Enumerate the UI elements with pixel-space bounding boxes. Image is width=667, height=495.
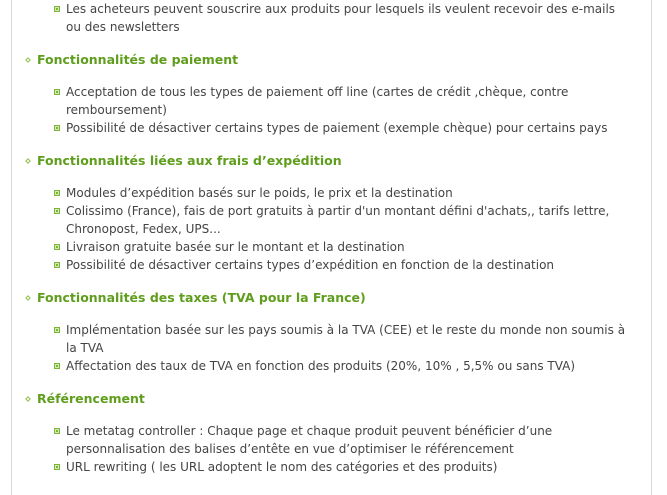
list-item-text: Implémentation basée sur les pays soumis… [66,323,626,355]
square-bullet-icon [54,89,60,95]
list-item-text: Acceptation de tous les types de paiemen… [66,85,569,117]
section-list-expedition: Modules d’expédition basés sur le poids,… [24,184,644,274]
list-item: URL rewriting ( les URL adoptent le nom … [24,458,626,476]
section-title-expedition: Fonctionnalités liées aux frais d’expédi… [24,152,644,170]
diamond-icon [25,57,31,63]
section-list-referencement: Le metatag controller : Chaque page et c… [24,422,644,476]
square-bullet-icon [54,327,60,333]
list-item-text: Modules d’expédition basés sur le poids,… [66,186,453,200]
section-title-text: Fonctionnalités liées aux frais d’expédi… [37,153,342,168]
list-item: Le metatag controller : Chaque page et c… [24,422,626,458]
section-list-paiement: Acceptation de tous les types de paiemen… [24,83,644,137]
section-title-taxes: Fonctionnalités des taxes (TVA pour la F… [24,289,644,307]
section-title-referencement: Référencement [24,390,644,408]
list-item: Acceptation de tous les types de paiemen… [24,83,626,119]
list-item: Modules d’expédition basés sur le poids,… [24,184,626,202]
square-bullet-icon [54,190,60,196]
list-item-text: URL rewriting ( les URL adoptent le nom … [66,460,498,474]
list-item-text: Possibilité de désactiver certains types… [66,258,555,272]
list-item-text: Livraison gratuite basée sur le montant … [66,240,405,254]
square-bullet-icon [54,262,60,268]
section-title-text: Référencement [37,391,145,406]
list-item-text: Colissimo (France), fais de port gratuit… [66,204,610,236]
list-item-text: Affectation des taux de TVA en fonction … [66,359,576,373]
section-title-text: Fonctionnalités des taxes (TVA pour la F… [37,290,366,305]
list-item-text: Le metatag controller : Chaque page et c… [66,424,553,456]
square-bullet-icon [54,464,60,470]
square-bullet-icon [54,244,60,250]
square-bullet-icon [54,125,60,131]
list-item: Possibilité de désactiver certains types… [24,119,626,137]
list-item: Affectation des taux de TVA en fonction … [24,357,626,375]
square-bullet-icon [54,428,60,434]
section-list-taxes: Implémentation basée sur les pays soumis… [24,321,644,375]
square-bullet-icon [54,6,60,12]
diamond-icon [25,158,31,164]
list-item: Les acheteurs peuvent souscrire aux prod… [24,0,626,36]
diamond-icon [25,396,31,402]
list-item: Possibilité de désactiver certains types… [24,256,626,274]
list-item-text: Les acheteurs peuvent souscrire aux prod… [66,2,616,34]
square-bullet-icon [54,363,60,369]
list-item-text: Possibilité de désactiver certains types… [66,121,608,135]
section-title-paiement: Fonctionnalités de paiement [24,51,644,69]
diamond-icon [25,295,31,301]
feature-list: Les acheteurs peuvent souscrire aux prod… [24,0,644,476]
intro-list: Les acheteurs peuvent souscrire aux prod… [24,0,644,36]
square-bullet-icon [54,208,60,214]
section-title-text: Fonctionnalités de paiement [37,52,239,67]
list-item: Livraison gratuite basée sur le montant … [24,238,626,256]
list-item: Colissimo (France), fais de port gratuit… [24,202,626,238]
list-item: Implémentation basée sur les pays soumis… [24,321,626,357]
